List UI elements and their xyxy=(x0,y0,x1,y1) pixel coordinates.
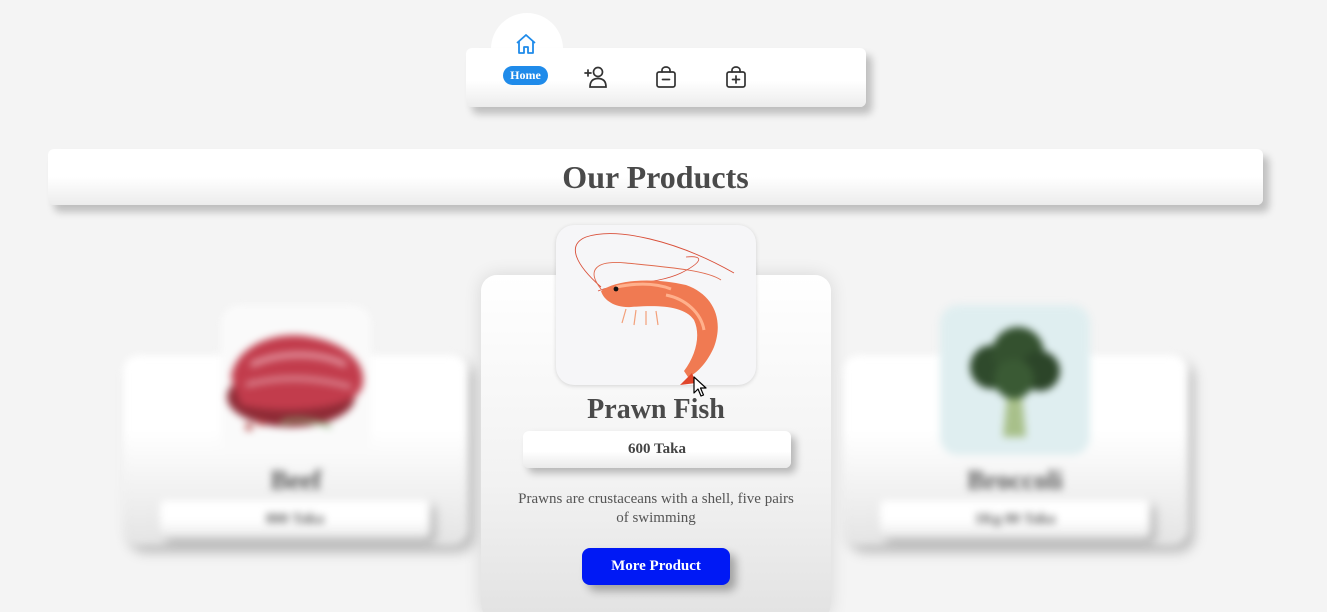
product-price: 800 Taka xyxy=(160,500,430,538)
add-user-icon[interactable] xyxy=(582,63,610,91)
more-product-button[interactable]: More Product xyxy=(582,548,730,585)
product-description: Prawns are crustaceans with a shell, fiv… xyxy=(518,491,794,526)
product-name: Prawn Fish xyxy=(587,394,725,425)
mouse-cursor-icon xyxy=(693,376,707,398)
page-title: Our Products xyxy=(562,159,749,195)
product-name: Beef xyxy=(270,465,322,495)
broccoli-image xyxy=(940,305,1090,455)
products-page: Home Our Products Beef 800 Taka Broccoli… xyxy=(0,0,1327,612)
bag-plus-icon[interactable] xyxy=(722,63,750,91)
prawn-image xyxy=(556,225,756,385)
nav-home-label[interactable]: Home xyxy=(503,66,548,85)
beef-image xyxy=(221,305,371,455)
product-price: 600 Taka xyxy=(523,431,791,468)
bag-minus-icon[interactable] xyxy=(652,63,680,91)
products-heading-box: Our Products xyxy=(48,149,1263,205)
product-price: 1Kg 80 Taka xyxy=(880,500,1150,538)
product-name: Broccoli xyxy=(967,465,1063,495)
home-icon[interactable] xyxy=(512,31,539,57)
